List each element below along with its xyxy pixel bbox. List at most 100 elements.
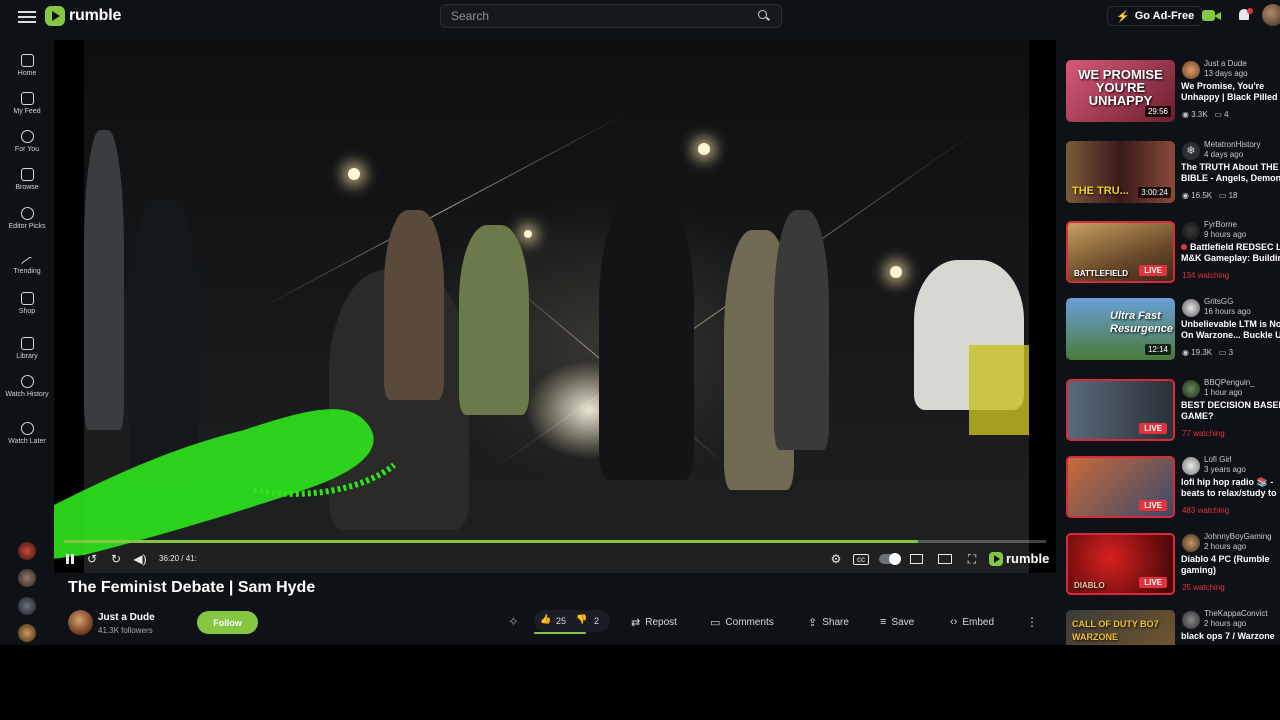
vote-group: 👍 25 👎 2 <box>534 610 610 632</box>
sidebar-item-watch-history[interactable]: Watch History <box>0 375 54 399</box>
upload-age: 16 hours ago <box>1204 307 1251 316</box>
subscription-avatar[interactable] <box>18 569 36 587</box>
recommended-video[interactable]: THE TRU... 3:00:24 ❄ MetatronHistory 4 d… <box>1066 140 1280 203</box>
more-options-icon[interactable]: ⋮ <box>1026 612 1038 632</box>
share-button[interactable]: ⇪ Share <box>808 612 849 632</box>
search-icon[interactable] <box>757 9 771 23</box>
title-line: The TRUTH About THE <box>1181 162 1279 172</box>
theater-mode-icon[interactable] <box>938 554 952 564</box>
sidebar-item-library[interactable]: Library <box>0 337 54 361</box>
title-line: Battlefield REDSEC L <box>1190 242 1280 252</box>
recommended-video[interactable]: LIVE Lofi Girl 3 years ago lofi hip hop … <box>1066 455 1280 518</box>
video-duration: 29:56 <box>1144 106 1171 117</box>
channel-avatar[interactable] <box>1182 299 1200 317</box>
subscription-avatar[interactable] <box>18 597 36 615</box>
miniplayer-icon[interactable] <box>910 554 923 564</box>
sidebar-item-browse[interactable]: Browse <box>0 168 54 192</box>
channel-avatar[interactable] <box>1182 222 1200 240</box>
recommended-video[interactable]: WE PROMISE YOU'RE UNHAPPY 29:56 Just a D… <box>1066 59 1280 122</box>
award-icon <box>20 207 34 220</box>
comments-button[interactable]: ▭ Comments <box>710 612 774 632</box>
upload-camera-icon[interactable] <box>1202 7 1222 25</box>
rumble-play-icon <box>989 551 1003 566</box>
sidebar-item-trending[interactable]: Trending <box>0 254 54 276</box>
upload-age: 3 years ago <box>1204 465 1246 474</box>
sidebar-label: Browse <box>15 184 39 191</box>
browse-icon <box>20 168 34 181</box>
comment-icon: ▭ <box>710 616 721 629</box>
video-thumbnail: CALL OF DUTY BO7 WARZONE <box>1066 610 1175 645</box>
sidebar-item-watch-later[interactable]: Watch Later <box>0 422 54 446</box>
target-icon <box>20 130 34 143</box>
go-ad-free-button[interactable]: ⚡ Go Ad-Free <box>1107 6 1204 26</box>
menu-icon[interactable] <box>18 8 36 24</box>
pause-icon[interactable] <box>62 552 78 566</box>
captions-icon[interactable]: cc <box>853 554 869 565</box>
embed-button[interactable]: ‹› Embed <box>950 612 994 632</box>
user-avatar[interactable] <box>1262 4 1280 26</box>
sidebar-label: Watch History <box>5 391 49 398</box>
sidebar-item-shop[interactable]: Shop <box>0 292 54 316</box>
snowflake-icon[interactable]: ❄ <box>1182 142 1200 160</box>
boost-icon[interactable]: ✧ <box>508 612 519 632</box>
view-count: 3.3K <box>1191 110 1208 119</box>
notifications-bell-icon[interactable] <box>1236 7 1256 25</box>
subscription-avatar[interactable] <box>18 624 36 642</box>
follow-button[interactable]: Follow <box>197 611 258 634</box>
recommended-video[interactable]: DIABLO LIVE JohnnyBoyGaming 2 hours ago … <box>1066 532 1280 595</box>
channel-avatar[interactable] <box>68 610 93 635</box>
rewind-icon[interactable]: ↺ <box>84 552 100 566</box>
recommended-video[interactable]: CALL OF DUTY BO7 WARZONE TheKappaConvict… <box>1066 609 1280 645</box>
channel-name[interactable]: Just a Dude <box>98 612 155 623</box>
sidebar-item-my-feed[interactable]: My Feed <box>0 92 54 116</box>
channel-name: Lofi Girl <box>1204 455 1232 464</box>
forward-icon[interactable]: ↻ <box>108 552 124 566</box>
upload-age: 4 days ago <box>1204 150 1244 159</box>
search-input[interactable] <box>451 9 757 23</box>
repost-button[interactable]: ⇄ Repost <box>631 612 677 632</box>
video-thumbnail: LIVE <box>1066 379 1175 441</box>
channel-avatar[interactable] <box>1182 380 1200 398</box>
video-duration: 3:00:24 <box>1138 187 1171 198</box>
player-rumble-logo[interactable]: rumble <box>989 551 1049 566</box>
view-count: 19.3K <box>1191 348 1213 357</box>
channel-name: BBQPenguin_ <box>1204 378 1255 387</box>
embed-code-icon: ‹› <box>950 616 958 628</box>
recommended-video[interactable]: BATTLEFIELD LIVE FyrBorne 9 hours ago Ba… <box>1066 220 1280 283</box>
sidebar-item-home[interactable]: Home <box>0 54 54 78</box>
channel-avatar[interactable] <box>1182 534 1200 552</box>
video-player[interactable]: ↺ ↻ ◀) 36:20 / 41: ⚙ cc ⛶ rumble <box>54 40 1056 573</box>
channel-avatar[interactable] <box>1182 611 1200 629</box>
vote-ratio-bar <box>534 632 586 634</box>
title-line: BEST DECISION BASED <box>1181 400 1280 410</box>
home-icon <box>20 54 34 67</box>
thumbnail-text: CALL OF DUTY BO7 WARZONE <box>1072 619 1159 642</box>
autoplay-toggle[interactable] <box>879 553 901 565</box>
player-controls: ↺ ↻ ◀) 36:20 / 41: ⚙ cc ⛶ rumble <box>54 548 1056 572</box>
save-button[interactable]: ≡ Save <box>880 612 914 632</box>
sidebar-item-for-you[interactable]: For You <box>0 130 54 154</box>
live-badge: LIVE <box>1139 265 1167 276</box>
recommended-video[interactable]: LIVE BBQPenguin_ 1 hour ago BEST DECISIO… <box>1066 378 1280 441</box>
title-line: GAME? <box>1181 411 1214 421</box>
title-line: BIBLE - Angels, Demons <box>1181 173 1280 183</box>
progress-fill <box>64 540 919 543</box>
volume-icon[interactable]: ◀) <box>132 552 148 566</box>
clock-icon <box>20 422 34 435</box>
rumble-logo[interactable]: rumble <box>45 5 121 27</box>
sidebar-item-editor-picks[interactable]: Editor Picks <box>0 207 54 231</box>
feed-icon <box>20 92 34 105</box>
repost-label: Repost <box>645 616 677 628</box>
settings-gear-icon[interactable]: ⚙ <box>828 552 844 566</box>
thumbs-up-icon[interactable]: 👍 <box>540 614 551 625</box>
channel-avatar[interactable] <box>1182 61 1200 79</box>
recommended-video[interactable]: Ultra Fast Resurgence 12:14 GritsGG 16 h… <box>1066 297 1280 360</box>
channel-avatar[interactable] <box>1182 457 1200 475</box>
person-silhouette <box>84 130 124 430</box>
video-progress-bar[interactable] <box>64 540 1046 543</box>
fullscreen-icon[interactable]: ⛶ <box>964 552 980 566</box>
logo-text: rumble <box>69 7 122 24</box>
subscription-avatar[interactable] <box>18 542 36 560</box>
live-badge: LIVE <box>1139 577 1167 588</box>
thumbs-down-icon[interactable]: 👎 <box>576 614 587 625</box>
